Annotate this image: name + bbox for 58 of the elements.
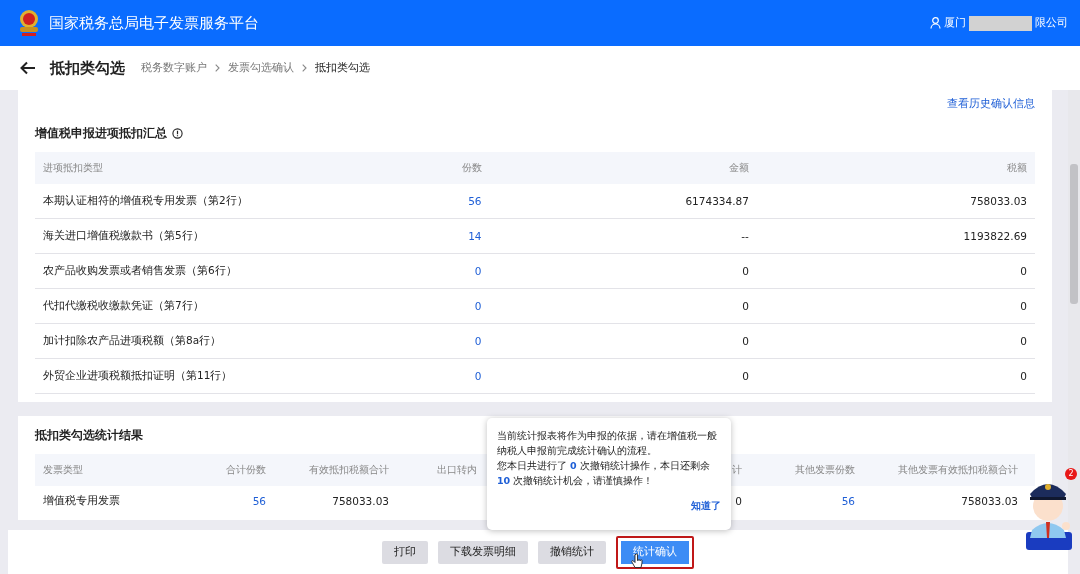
count-link[interactable]: 0	[474, 370, 482, 382]
count-link[interactable]: 0	[474, 300, 482, 312]
site-title: 国家税务总局电子发票服务平台	[49, 13, 259, 33]
column-header: 份数	[461, 161, 482, 175]
table-cell-text: 加计扣除农产品进项税额（第8a行）	[43, 334, 223, 348]
action-button[interactable]: 撤销统计	[538, 540, 606, 564]
table-cell-text: 外贸企业进项税额抵扣证明（第11行）	[43, 369, 234, 383]
got-it-link[interactable]: 知道了	[691, 498, 721, 513]
table-cell-text: 海关进口增值税缴款书（第5行）	[43, 229, 205, 243]
table-cell: 0	[735, 495, 742, 507]
action-button[interactable]: 打印	[382, 540, 428, 564]
count-link[interactable]: 56	[841, 495, 855, 507]
table-cell-text: 农产品收购发票或者销售发票（第6行）	[43, 264, 238, 278]
table-cell: 0	[1020, 335, 1027, 347]
breadcrumb-item[interactable]: 发票勾选确认	[228, 61, 294, 75]
user-name: 厦门	[944, 16, 966, 30]
column-header: 税额	[1007, 161, 1027, 175]
action-button[interactable]: 下载发票明细	[438, 540, 528, 564]
section-title: 增值税申报进项抵扣汇总	[35, 125, 167, 141]
table-cell: 0	[1020, 370, 1027, 382]
table-cell-text: 本期认证相符的增值税专用发票（第2行）	[43, 194, 249, 208]
table-cell: 758033.03	[961, 495, 1018, 507]
section-title: 抵扣类勾选统计结果	[35, 427, 143, 443]
table-cell: 6174334.87	[685, 195, 749, 207]
column-header: 其他发票有效抵扣税额合计	[898, 463, 1018, 477]
column-header: 有效抵扣税额合计	[309, 463, 389, 477]
table-cell: 0	[1020, 300, 1027, 312]
table-cell-text: 代扣代缴税收缴款凭证（第7行）	[43, 299, 205, 313]
table-cell: 0	[742, 370, 749, 382]
user-name: 限公司	[1035, 16, 1068, 30]
count-link[interactable]: 0	[474, 335, 482, 347]
column-header: 计	[732, 463, 742, 477]
table-cell: 0	[1020, 265, 1027, 277]
count-link[interactable]: 56	[252, 495, 266, 507]
table-cell-text: 增值税专用发票	[43, 494, 121, 508]
column-header: 进项抵扣类型	[43, 161, 104, 175]
breadcrumb-item[interactable]: 税务数字账户	[141, 61, 207, 75]
table-cell: 758033.03	[332, 495, 389, 507]
count-link[interactable]: 56	[468, 195, 482, 207]
column-header: 其他发票份数	[795, 463, 855, 477]
table-cell: 0	[742, 300, 749, 312]
page-title: 抵扣类勾选	[50, 58, 125, 78]
table-cell: 0	[742, 265, 749, 277]
count-link[interactable]: 14	[468, 230, 482, 242]
column-header: 合计份数	[226, 463, 266, 477]
popover-text: 您本日共进行了 0 次撤销统计操作，本日还剩余 10 次撤销统计机会，请谨慎操作！	[497, 459, 711, 488]
table-cell: --	[741, 230, 749, 242]
history-link[interactable]: 查看历史确认信息	[947, 97, 1035, 111]
column-header: 金额	[728, 161, 749, 175]
column-header: 发票类型	[43, 463, 84, 477]
column-header: 出口转内	[436, 463, 478, 477]
table-cell: 0	[742, 335, 749, 347]
breadcrumb-item[interactable]: 抵扣类勾选	[315, 61, 370, 75]
table-cell: 1193822.69	[963, 230, 1027, 242]
count-link[interactable]: 0	[474, 265, 482, 277]
table-cell: 758033.03	[970, 195, 1027, 207]
notification-badge: 2	[1065, 468, 1077, 480]
popover-text: 当前统计报表将作为申报的依据，请在增值税一般纳税人申报前完成统计确认的流程。	[497, 429, 718, 458]
